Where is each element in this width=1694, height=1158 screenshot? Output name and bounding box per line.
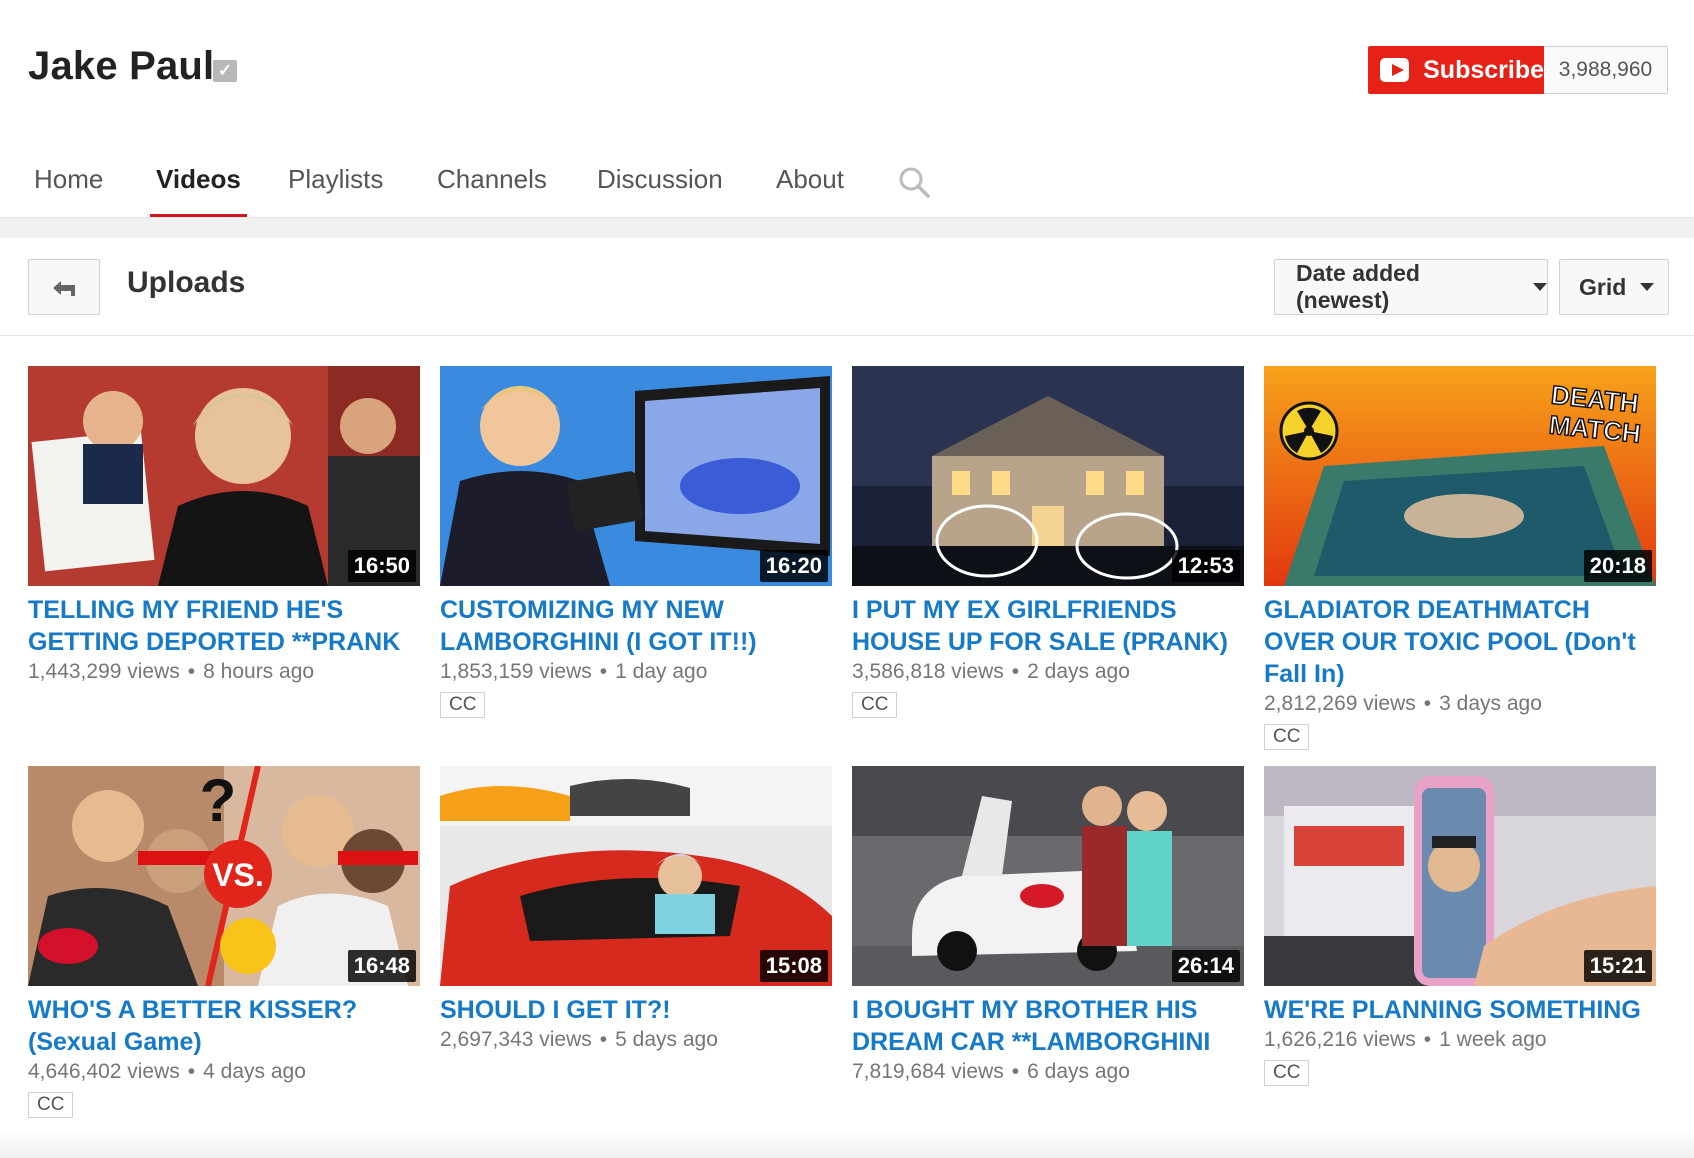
upload-age: 1 week ago <box>1439 1028 1547 1051</box>
view-count: 3,586,818 views <box>852 660 1004 683</box>
tab-playlists[interactable]: Playlists <box>288 150 383 218</box>
tab-home[interactable]: Home <box>34 150 103 218</box>
meta-separator: • <box>1011 660 1020 683</box>
back-button[interactable] <box>28 259 100 315</box>
video-thumbnail[interactable]: 16:50 <box>28 366 420 586</box>
tab-discussion[interactable]: Discussion <box>597 150 723 218</box>
section-title: Uploads <box>127 266 246 299</box>
tab-channels[interactable]: Channels <box>437 150 547 218</box>
video-meta: 1,626,216 views • 1 week ago <box>1264 1028 1656 1052</box>
tab-videos[interactable]: Videos <box>150 150 247 218</box>
video-meta: 2,812,269 views • 3 days ago <box>1264 692 1656 716</box>
view-count: 1,626,216 views <box>1264 1028 1416 1051</box>
upload-age: 4 days ago <box>203 1060 306 1083</box>
video-duration: 12:53 <box>1171 550 1240 582</box>
section-separator <box>0 218 1694 238</box>
video-grid: 16:50 TELLING MY FRIEND HE'S GETTING DEP… <box>0 336 1694 1158</box>
cc-badge: CC <box>852 692 898 718</box>
view-count: 4,646,402 views <box>28 1060 180 1083</box>
video-card: 16:50 TELLING MY FRIEND HE'S GETTING DEP… <box>28 366 420 684</box>
upload-age: 3 days ago <box>1439 692 1542 715</box>
video-thumbnail[interactable]: 12:53 <box>852 366 1244 586</box>
tab-about[interactable]: About <box>776 150 844 218</box>
video-thumbnail[interactable]: 16:20 <box>440 366 832 586</box>
channel-name[interactable]: Jake Paul <box>28 44 214 89</box>
video-card: 12:53 I PUT MY EX GIRLFRIENDS HOUSE UP F… <box>852 366 1244 718</box>
video-duration: 16:20 <box>759 550 828 582</box>
video-card: 15:08 SHOULD I GET IT?! 2,697,343 views •… <box>440 766 832 1052</box>
upload-age: 5 days ago <box>615 1028 718 1051</box>
meta-separator: • <box>187 1060 196 1083</box>
meta-separator: • <box>187 660 196 683</box>
meta-separator: • <box>599 660 608 683</box>
sort-dropdown[interactable]: Date added (newest) <box>1274 259 1548 315</box>
upload-age: 1 day ago <box>615 660 708 683</box>
video-duration: 26:14 <box>1171 950 1240 982</box>
video-duration: 15:21 <box>1583 950 1652 982</box>
video-meta: 3,586,818 views • 2 days ago <box>852 660 1244 684</box>
video-title-link[interactable]: WHO'S A BETTER KISSER? (Sexual Game) <box>28 994 420 1058</box>
subscribe-label: Subscribe <box>1423 55 1544 84</box>
video-title-link[interactable]: SHOULD I GET IT?! <box>440 994 832 1026</box>
video-meta: 4,646,402 views • 4 days ago <box>28 1060 420 1084</box>
video-card: DEATH MATCH 20:18 GLADIATOR DEATHMATCH O… <box>1264 366 1656 750</box>
video-thumbnail[interactable]: 15:08 <box>440 766 832 986</box>
bottom-fade <box>0 1130 1694 1158</box>
video-thumbnail[interactable]: ? VS. 16:48 <box>28 766 420 986</box>
cc-badge: CC <box>440 692 486 718</box>
view-count: 2,812,269 views <box>1264 692 1416 715</box>
video-title-link[interactable]: TELLING MY FRIEND HE'S GETTING DEPORTED … <box>28 594 420 658</box>
video-meta: 7,819,684 views • 6 days ago <box>852 1060 1244 1084</box>
video-title-link[interactable]: GLADIATOR DEATHMATCH OVER OUR TOXIC POOL… <box>1264 594 1656 690</box>
meta-separator: • <box>1423 1028 1432 1051</box>
video-thumbnail[interactable]: DEATH MATCH 20:18 <box>1264 366 1656 586</box>
back-arrow-icon <box>53 281 75 296</box>
upload-age: 8 hours ago <box>203 660 315 683</box>
meta-separator: • <box>1011 1060 1020 1083</box>
video-thumbnail[interactable]: 26:14 <box>852 766 1244 986</box>
upload-age: 2 days ago <box>1027 660 1130 683</box>
video-duration: 16:48 <box>347 950 416 982</box>
video-thumbnail[interactable]: 15:21 <box>1264 766 1656 986</box>
view-dropdown[interactable]: Grid <box>1559 259 1669 315</box>
upload-age: 6 days ago <box>1027 1060 1130 1083</box>
video-duration: 20:18 <box>1583 550 1652 582</box>
subscriber-count: 3,988,960 <box>1544 46 1668 94</box>
video-title-link[interactable]: CUSTOMIZING MY NEW LAMBORGHINI (I GOT IT… <box>440 594 832 658</box>
cc-badge: CC <box>28 1092 74 1118</box>
verified-check-icon: ✓ <box>213 60 237 82</box>
video-title-link[interactable]: WE'RE PLANNING SOMETHING <box>1264 994 1656 1026</box>
video-card: 26:14 I BOUGHT MY BROTHER HIS DREAM CAR … <box>852 766 1244 1084</box>
video-duration: 16:50 <box>347 550 416 582</box>
video-title-link[interactable]: I BOUGHT MY BROTHER HIS DREAM CAR **LAMB… <box>852 994 1244 1058</box>
cc-badge: CC <box>1264 1060 1310 1086</box>
video-card: 16:20 CUSTOMIZING MY NEW LAMBORGHINI (I … <box>440 366 832 718</box>
video-duration: 15:08 <box>759 950 828 982</box>
video-meta: 2,697,343 views • 5 days ago <box>440 1028 832 1052</box>
sort-label: Date added (newest) <box>1296 260 1420 313</box>
video-card: ? VS. 16:48 WHO'S A BETTER KISSER? (Sexu… <box>28 766 420 1118</box>
thumb-vs-text: VS. <box>212 857 264 893</box>
meta-separator: • <box>599 1028 608 1051</box>
meta-separator: • <box>1423 692 1432 715</box>
view-count: 1,443,299 views <box>28 660 180 683</box>
view-count: 1,853,159 views <box>440 660 592 683</box>
uploads-section-bar: Uploads Date added (newest) Grid <box>0 238 1694 336</box>
video-card: 15:21 WE'RE PLANNING SOMETHING 1,626,216… <box>1264 766 1656 1086</box>
chevron-down-icon <box>1640 283 1655 291</box>
subscribe-button[interactable]: Subscribe <box>1368 46 1544 94</box>
thumb-question-mark: ? <box>200 767 237 834</box>
channel-header: Jake Paul ✓ Subscribe 3,988,960 Home Vid… <box>0 0 1694 218</box>
subscribe-group: Subscribe 3,988,960 <box>1368 46 1668 94</box>
view-label: Grid <box>1579 273 1627 300</box>
chevron-down-icon <box>1533 283 1547 291</box>
video-title-link[interactable]: I PUT MY EX GIRLFRIENDS HOUSE UP FOR SAL… <box>852 594 1244 658</box>
cc-badge: CC <box>1264 724 1310 750</box>
video-meta: 1,443,299 views • 8 hours ago <box>28 660 420 684</box>
view-count: 7,819,684 views <box>852 1060 1004 1083</box>
channel-search-icon[interactable] <box>897 165 931 199</box>
video-meta: 1,853,159 views • 1 day ago <box>440 660 832 684</box>
youtube-play-icon <box>1380 58 1410 82</box>
view-count: 2,697,343 views <box>440 1028 592 1051</box>
